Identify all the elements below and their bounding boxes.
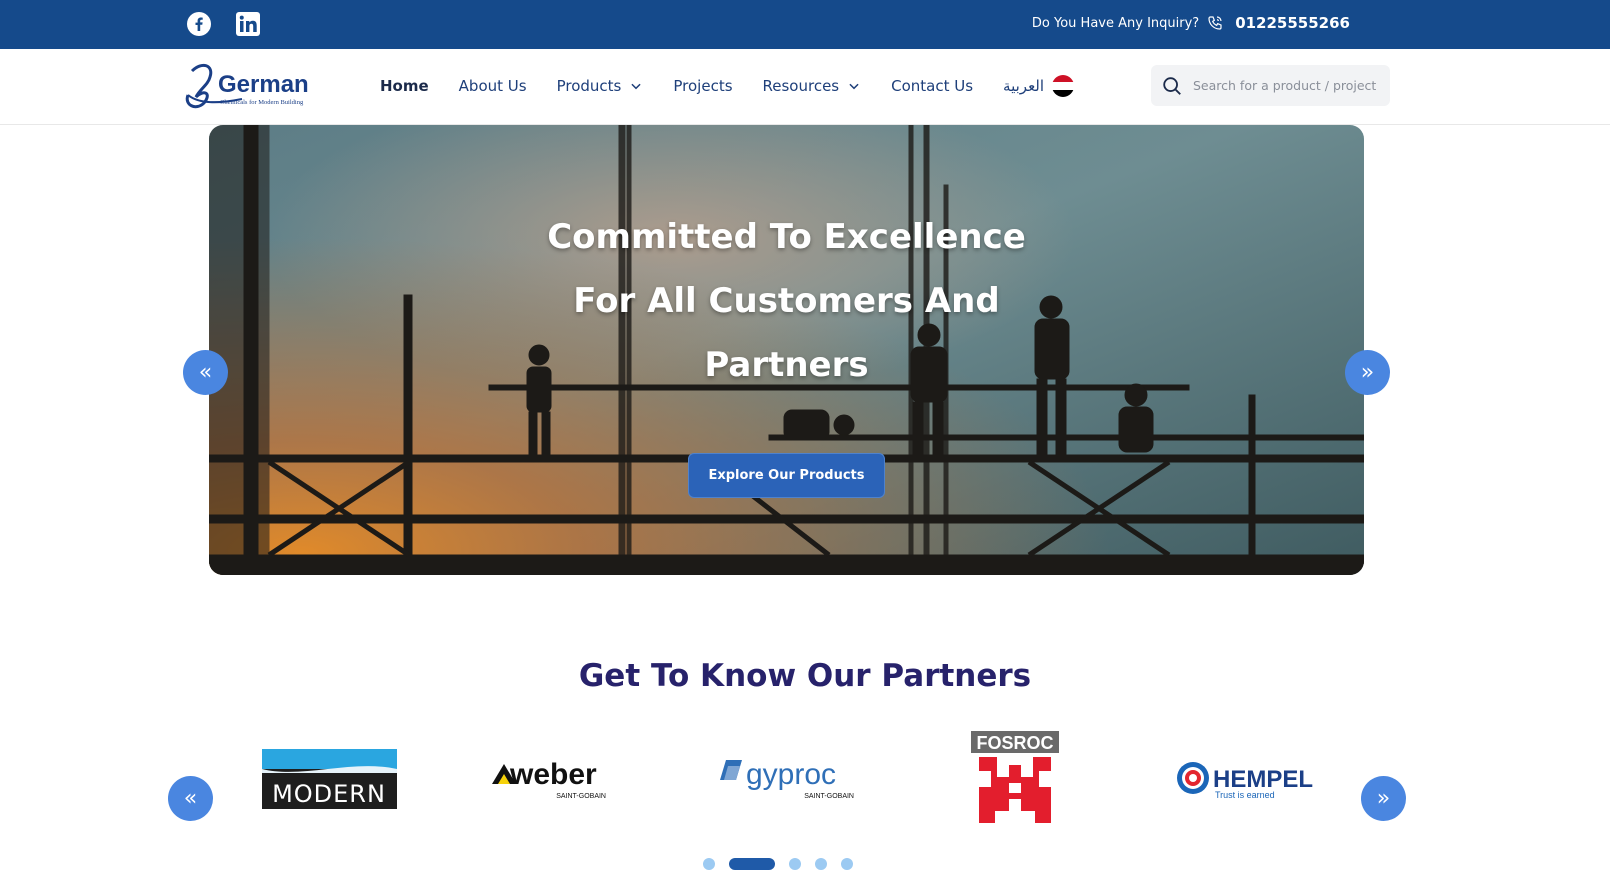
hero-next-button[interactable]: » [1345,350,1390,395]
nav-arabic-label: العربية [1003,77,1045,95]
partner-logo-modern[interactable]: MODERN [262,749,397,809]
nav-home-label: Home [380,77,429,95]
hero-title: Committed To Excellence For All Customer… [209,205,1364,397]
nav-resources[interactable]: Resources [763,77,862,95]
facebook-icon[interactable] [187,12,211,36]
svg-text:HEMPEL: HEMPEL [1213,766,1313,793]
partners-prev-button[interactable]: « [168,776,213,821]
hero-prev-button[interactable]: « [183,350,228,395]
partners-next-button[interactable]: » [1361,776,1406,821]
pagination-dot[interactable] [703,858,715,870]
phone-icon [1208,16,1222,30]
svg-text:MODERN: MODERN [272,780,386,808]
phone-number[interactable]: 01225555266 [1235,14,1350,32]
svg-text:gyproc: gyproc [746,758,836,791]
nav-projects-label: Projects [673,77,733,95]
svg-text:SAINT-GOBAIN: SAINT-GOBAIN [556,793,606,800]
german-logo[interactable]: German Chemicals for Modern Building [182,59,312,113]
partner-logo-fosroc[interactable]: FOSROC [971,731,1059,826]
inquiry-contact: Do You Have Any Inquiry? 01225555266 [1032,14,1350,32]
logo-tagline: Chemicals for Modern Building [220,99,304,106]
hero-title-line-1: Committed To Excellence [547,217,1026,257]
nav-products[interactable]: Products [557,77,644,95]
egypt-flag-icon [1052,75,1075,97]
pagination-dot[interactable] [815,858,827,870]
partner-logo-hempel[interactable]: HEMPEL Trust is earned [1176,758,1316,802]
hero-title-line-3: Partners [704,345,869,385]
linkedin-icon[interactable] [236,12,260,36]
explore-products-button[interactable]: Explore Our Products [688,453,885,498]
nav-contact-label: Contact Us [891,77,974,95]
inquiry-label: Do You Have Any Inquiry? [1031,15,1200,31]
main-navbar: German Chemicals for Modern Building Hom… [0,49,1610,125]
chevron-down-icon [631,83,641,90]
nav-home[interactable]: Home [380,77,429,95]
svg-text:SAINT-GOBAIN: SAINT-GOBAIN [804,793,854,800]
nav-resources-label: Resources [762,77,840,95]
partners-pagination [703,858,853,870]
search-box [1151,65,1390,106]
pagination-dot-active[interactable] [729,858,775,870]
top-bar: Do You Have Any Inquiry? 01225555266 [0,0,1610,49]
nav-about-label: About Us [458,77,527,95]
hero-title-line-2: For All Customers And [573,281,1000,321]
hero-slider: Committed To Excellence For All Customer… [209,125,1364,575]
chevron-down-icon [849,83,859,90]
partners-section-title: Get To Know Our Partners [578,658,1032,694]
nav-projects[interactable]: Projects [673,77,732,95]
logo-text: German [218,71,309,98]
search-input[interactable] [1193,78,1388,93]
nav-language-arabic[interactable]: العربية [1003,75,1075,97]
partner-logo-gyproc[interactable]: gyproc SAINT-GOBAIN [720,758,854,800]
partner-logo-weber[interactable]: weber SAINT-GOBAIN [490,756,625,802]
nav-products-label: Products [556,77,622,95]
nav-menu: Home About Us Products Projects Resource… [380,75,1104,97]
svg-text:Trust is earned: Trust is earned [1215,790,1275,800]
svg-text:weber: weber [509,758,597,791]
search-icon [1163,76,1181,95]
nav-about-us[interactable]: About Us [459,77,527,95]
nav-contact-us[interactable]: Contact Us [891,77,973,95]
svg-text:FOSROC: FOSROC [976,733,1053,753]
pagination-dot[interactable] [841,858,853,870]
pagination-dot[interactable] [789,858,801,870]
